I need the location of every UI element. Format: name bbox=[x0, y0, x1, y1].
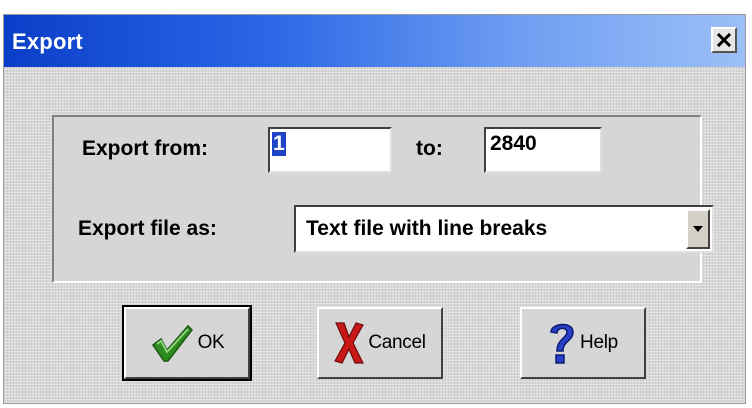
question-mark-icon bbox=[550, 323, 574, 364]
red-x-icon bbox=[334, 322, 365, 364]
chevron-down-icon bbox=[693, 225, 703, 232]
cancel-button[interactable]: Cancel bbox=[317, 307, 443, 379]
checkmark-icon bbox=[151, 324, 193, 362]
export-to-label: to: bbox=[416, 137, 443, 160]
file-format-selected: Text file with line breaks bbox=[306, 217, 548, 240]
ok-button[interactable]: OK bbox=[122, 305, 252, 381]
cancel-label: Cancel bbox=[368, 332, 426, 353]
help-label: Help bbox=[580, 332, 618, 353]
export-to-input[interactable]: 2840 bbox=[484, 127, 602, 173]
export-from-value: 1 bbox=[272, 132, 286, 156]
export-dialog: Export Export from: 1 to: 2840 Export fi… bbox=[3, 14, 746, 404]
help-button[interactable]: Help bbox=[520, 307, 646, 379]
export-from-input[interactable]: 1 bbox=[268, 127, 392, 173]
export-from-label: Export from: bbox=[82, 137, 208, 160]
dialog-title: Export bbox=[12, 29, 83, 54]
title-bar[interactable]: Export bbox=[4, 15, 745, 67]
file-format-select[interactable]: Text file with line breaks bbox=[294, 205, 714, 253]
ok-label: OK bbox=[197, 332, 225, 353]
export-file-as-label: Export file as: bbox=[78, 217, 217, 240]
close-icon bbox=[717, 33, 731, 47]
close-button[interactable] bbox=[711, 27, 737, 53]
dropdown-button[interactable] bbox=[686, 209, 710, 249]
export-options-group: Export from: 1 to: 2840 Export file as: … bbox=[52, 115, 714, 283]
export-to-value: 2840 bbox=[490, 132, 537, 155]
